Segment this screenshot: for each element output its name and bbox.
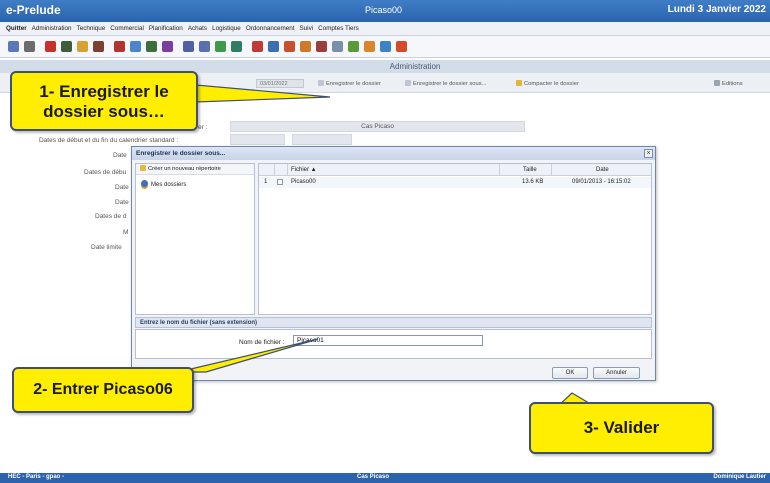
callout-1-line-2: dossier sous… xyxy=(43,102,165,121)
callout-1-line-1: 1- Enregistrer le xyxy=(39,82,169,101)
callout-1-pointer xyxy=(195,84,331,103)
callout-step-3: 3- Valider xyxy=(529,402,714,454)
callout-step-2: 2- Entrer Picaso06 xyxy=(12,367,194,413)
callout-step-1: 1- Enregistrer le dossier sous… xyxy=(10,71,198,131)
callout-2-pointer xyxy=(177,338,319,373)
